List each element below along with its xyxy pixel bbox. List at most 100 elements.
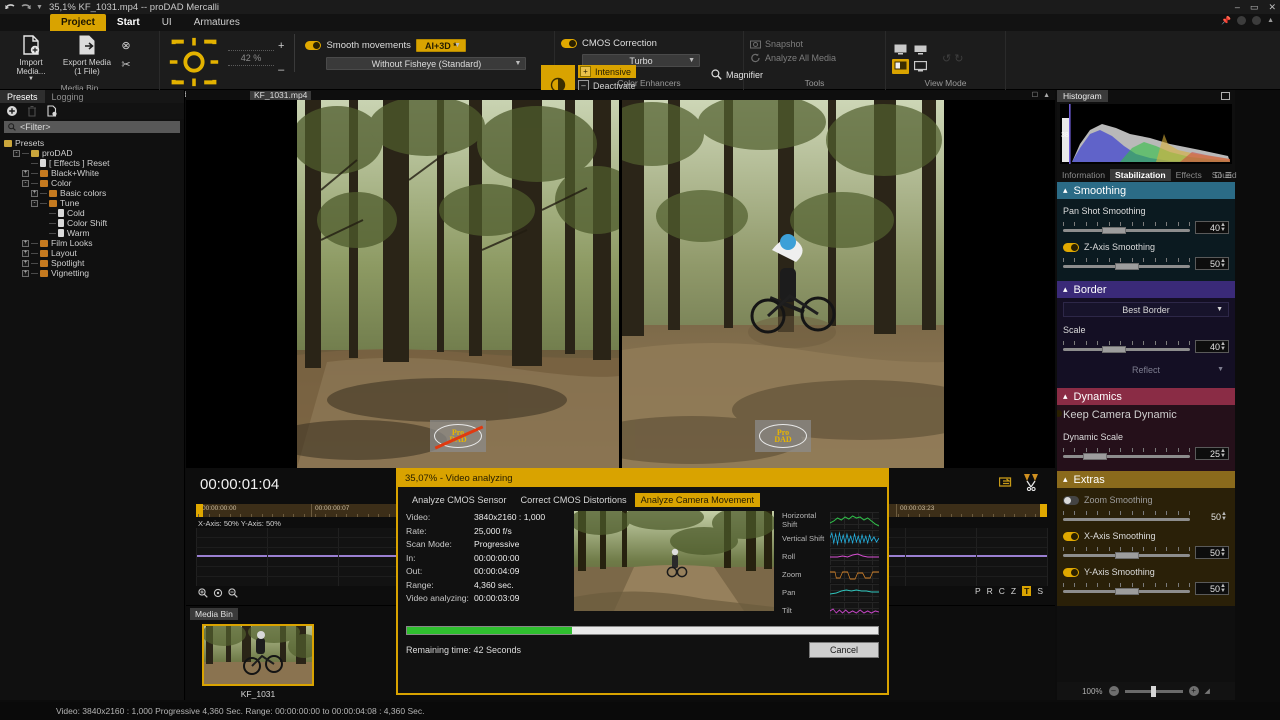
remove-media-button[interactable]: ⊗	[118, 37, 134, 53]
intensive-button[interactable]: + Intensive	[578, 65, 636, 78]
zoom-slider[interactable]	[1124, 685, 1183, 697]
view-mode-single[interactable]	[892, 42, 909, 57]
control-toggle[interactable]	[1063, 242, 1079, 252]
tab-stabilization[interactable]: Stabilization	[1110, 169, 1171, 181]
help-icon[interactable]	[1237, 16, 1247, 25]
preset-tree-item[interactable]: + Basic colors	[4, 188, 184, 198]
tree-expander-icon[interactable]: +	[22, 169, 29, 177]
view-mode-compare[interactable]	[912, 59, 929, 74]
export-media-button[interactable]: Export Media (1 File)	[62, 34, 112, 76]
slider[interactable]	[1063, 447, 1190, 460]
cmos-correction-toggle[interactable]	[561, 39, 577, 48]
info-icon[interactable]	[1252, 16, 1262, 25]
slider-knob[interactable]	[1101, 226, 1126, 234]
tree-expander-icon[interactable]: -	[13, 149, 20, 157]
tab-effects[interactable]: Effects	[1171, 169, 1207, 181]
dialog-tab-analyze-camera-movement[interactable]: Analyze Camera Movement	[634, 493, 761, 507]
media-bin-item[interactable]	[202, 624, 314, 686]
view-mode-dual[interactable]	[912, 42, 929, 57]
histogram-popout-button[interactable]	[1221, 92, 1230, 100]
analyze-all-media-button[interactable]: Analyze All Media	[750, 53, 836, 63]
histogram-tab[interactable]: Histogram	[1057, 90, 1108, 102]
pin-icon[interactable]: 📌	[1221, 16, 1231, 25]
timeline-out-handle[interactable]	[1040, 504, 1047, 517]
timeline-flag-p[interactable]: P	[975, 586, 981, 596]
tab-presets[interactable]: Presets	[0, 90, 45, 103]
section-header-extras[interactable]: ▴ Extras	[1057, 471, 1235, 488]
preset-tree-item[interactable]: Color Shift	[4, 218, 184, 228]
import-media-dropdown-icon[interactable]: ▼	[28, 76, 34, 83]
dialog-cancel-button[interactable]: Cancel	[809, 642, 879, 658]
import-media-button[interactable]: Import Media... ▼	[6, 34, 56, 83]
title-bar-quick-access[interactable]: ▼	[0, 2, 43, 12]
menu-icon[interactable]: ☰	[1225, 171, 1232, 180]
spinner-arrows-icon[interactable]: ▲ ▼	[1220, 583, 1226, 594]
timeline-flags[interactable]: PRCZTS	[975, 586, 1043, 596]
control-toggle[interactable]	[1063, 495, 1079, 505]
snapshot-button[interactable]: Snapshot	[750, 39, 803, 49]
reflect-combo[interactable]: Reflect ▼	[1063, 362, 1229, 377]
slider[interactable]	[1063, 510, 1190, 523]
preview-pane-stabilized[interactable]: Pro DAD	[622, 100, 944, 468]
preset-tree-item[interactable]: Cold	[4, 208, 184, 218]
dialog-tab-correct-cmos-distortions[interactable]: Correct CMOS Distortions	[514, 493, 632, 507]
value-spinner[interactable]: 50 ▲ ▼	[1195, 582, 1229, 595]
timeline-flag-t[interactable]: T	[1022, 586, 1032, 596]
zoom-slider-knob[interactable]	[1150, 685, 1156, 697]
copy-preset-icon[interactable]	[46, 105, 58, 117]
slider[interactable]	[1063, 221, 1190, 234]
preset-tree-item[interactable]: - proDAD	[4, 148, 184, 158]
view-undo-icon[interactable]: ↺	[942, 52, 951, 65]
preset-tree-item[interactable]: + Film Looks	[4, 238, 184, 248]
dialog-tab-analyze-cmos-sensor[interactable]: Analyze CMOS Sensor	[406, 493, 512, 507]
zoom-out-button[interactable]: –	[1108, 686, 1119, 696]
add-preset-icon[interactable]	[6, 105, 18, 117]
section-header-dynamics[interactable]: ▴ Dynamics	[1057, 388, 1235, 405]
cut-media-button[interactable]: ✂	[118, 56, 134, 72]
close-button[interactable]: ✕	[1268, 2, 1276, 13]
tree-expander-icon[interactable]: +	[22, 269, 29, 277]
value-spinner[interactable]: 50 ▲ ▼	[1195, 510, 1229, 523]
border-mode-combo[interactable]: Best Border ▼	[1063, 302, 1229, 317]
timeline-flag-s[interactable]: S	[1037, 586, 1043, 596]
section-header-border[interactable]: ▴ Border	[1057, 281, 1235, 298]
preset-filter-input[interactable]: <Filter>	[4, 121, 180, 133]
value-spinner[interactable]: 40 ▲ ▼	[1195, 221, 1229, 234]
zoom-in-icon[interactable]	[198, 588, 208, 598]
slider[interactable]	[1063, 340, 1190, 353]
preset-tree-item[interactable]: + Spotlight	[4, 258, 184, 268]
slider-knob[interactable]	[1114, 587, 1139, 595]
marker-icon[interactable]	[999, 476, 1014, 489]
preset-tree-item[interactable]: + Layout	[4, 248, 184, 258]
slider-knob[interactable]	[1101, 345, 1126, 353]
timeline-flag-r[interactable]: R	[987, 586, 993, 596]
tree-expander-icon[interactable]: -	[22, 179, 29, 187]
slider[interactable]	[1063, 582, 1190, 595]
smooth-movements-toggle[interactable]	[305, 41, 322, 50]
tab-logging[interactable]: Logging	[45, 90, 91, 103]
media-bin-tab[interactable]: Media Bin	[190, 608, 238, 620]
tab-start[interactable]: Start	[106, 14, 151, 31]
preview-maximize-icon[interactable]: ☐	[1032, 91, 1038, 99]
zoom-fit-icon[interactable]	[213, 588, 223, 598]
preset-tree-item[interactable]: [ Effects ] Reset	[4, 158, 184, 168]
spinner-arrows-icon[interactable]: ▲ ▼	[1220, 222, 1226, 233]
value-spinner[interactable]: 50 ▲ ▼	[1195, 257, 1229, 270]
control-toggle[interactable]	[1063, 567, 1079, 577]
preset-tree-item[interactable]: + Black+White	[4, 168, 184, 178]
stabilization-decrease-button[interactable]: –	[278, 64, 284, 76]
timeline-flag-c[interactable]: C	[999, 586, 1005, 596]
ai-mode-combo[interactable]: AI+3D * ▼	[415, 39, 466, 52]
tree-expander-icon[interactable]: +	[22, 249, 29, 257]
spinner-arrows-icon[interactable]: ▲ ▼	[1220, 547, 1226, 558]
tab-project[interactable]: Project	[50, 14, 106, 31]
popout-icon[interactable]: ☐	[1215, 171, 1222, 180]
collapse-ribbon-icon[interactable]: ▲	[1267, 17, 1274, 24]
spinner-arrows-icon[interactable]: ▲ ▼	[1220, 448, 1226, 459]
resize-grip-icon[interactable]: ◢	[1205, 687, 1210, 695]
spinner-arrows-icon[interactable]: ▲ ▼	[1220, 341, 1226, 352]
chevron-down-icon[interactable]: ▼	[36, 4, 43, 11]
magnifier-button[interactable]: Magnifier	[711, 69, 763, 80]
slider-knob[interactable]	[1082, 452, 1107, 460]
tree-expander-icon[interactable]: -	[31, 199, 38, 207]
